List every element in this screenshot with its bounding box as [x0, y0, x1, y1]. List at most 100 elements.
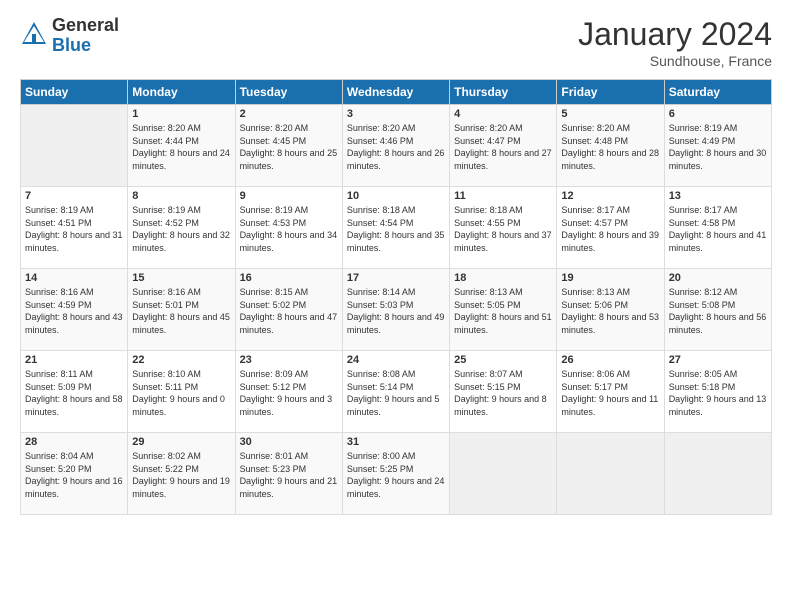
calendar-cell: 9 Sunrise: 8:19 AMSunset: 4:53 PMDaylight… [235, 187, 342, 269]
calendar-cell [450, 433, 557, 515]
logo-icon [20, 20, 48, 48]
cell-info: Sunrise: 8:19 AMSunset: 4:52 PMDaylight:… [132, 204, 230, 254]
calendar-week-3: 21 Sunrise: 8:11 AMSunset: 5:09 PMDayligh… [21, 351, 772, 433]
cell-info: Sunrise: 8:18 AMSunset: 4:54 PMDaylight:… [347, 204, 445, 254]
calendar-cell: 20 Sunrise: 8:12 AMSunset: 5:08 PMDayligh… [664, 269, 771, 351]
calendar-week-2: 14 Sunrise: 8:16 AMSunset: 4:59 PMDayligh… [21, 269, 772, 351]
day-number: 24 [347, 354, 445, 366]
cell-info: Sunrise: 8:20 AMSunset: 4:47 PMDaylight:… [454, 122, 552, 172]
day-number: 5 [561, 108, 659, 120]
calendar-cell: 30 Sunrise: 8:01 AMSunset: 5:23 PMDayligh… [235, 433, 342, 515]
calendar-cell: 2Sunrise: 8:20 AMSunset: 4:45 PMDaylight… [235, 105, 342, 187]
cell-info: Sunrise: 8:20 AMSunset: 4:46 PMDaylight:… [347, 122, 445, 172]
calendar-cell: 17 Sunrise: 8:14 AMSunset: 5:03 PMDayligh… [342, 269, 449, 351]
calendar-cell: 18Sunrise: 8:13 AMSunset: 5:05 PMDayligh… [450, 269, 557, 351]
day-number: 14 [25, 272, 123, 284]
calendar-cell: 19 Sunrise: 8:13 AMSunset: 5:06 PMDayligh… [557, 269, 664, 351]
cell-info: Sunrise: 8:14 AMSunset: 5:03 PMDaylight:… [347, 286, 445, 336]
day-number: 28 [25, 436, 123, 448]
day-number: 10 [347, 190, 445, 202]
cell-info: Sunrise: 8:01 AMSunset: 5:23 PMDaylight:… [240, 450, 338, 500]
cell-info: Sunrise: 8:04 AMSunset: 5:20 PMDaylight:… [25, 450, 123, 500]
day-number: 7 [25, 190, 123, 202]
calendar-cell [664, 433, 771, 515]
cell-info: Sunrise: 8:20 AMSunset: 4:48 PMDaylight:… [561, 122, 659, 172]
day-number: 8 [132, 190, 230, 202]
day-number: 2 [240, 108, 338, 120]
cell-info: Sunrise: 8:19 AMSunset: 4:53 PMDaylight:… [240, 204, 338, 254]
day-number: 12 [561, 190, 659, 202]
calendar-cell: 24 Sunrise: 8:08 AMSunset: 5:14 PMDayligh… [342, 351, 449, 433]
day-number: 11 [454, 190, 552, 202]
cell-info: Sunrise: 8:09 AMSunset: 5:12 PMDaylight:… [240, 368, 338, 418]
cell-info: Sunrise: 8:10 AMSunset: 5:11 PMDaylight:… [132, 368, 230, 418]
calendar-cell: 23 Sunrise: 8:09 AMSunset: 5:12 PMDayligh… [235, 351, 342, 433]
header-sunday: Sunday [21, 80, 128, 105]
header-wednesday: Wednesday [342, 80, 449, 105]
day-number: 23 [240, 354, 338, 366]
day-number: 19 [561, 272, 659, 284]
calendar-cell: 22 Sunrise: 8:10 AMSunset: 5:11 PMDayligh… [128, 351, 235, 433]
cell-info: Sunrise: 8:16 AMSunset: 4:59 PMDaylight:… [25, 286, 123, 336]
page-header: General Blue January 2024 Sundhouse, Fra… [20, 16, 772, 69]
cell-info: Sunrise: 8:15 AMSunset: 5:02 PMDaylight:… [240, 286, 338, 336]
day-number: 22 [132, 354, 230, 366]
calendar-cell: 15Sunrise: 8:16 AMSunset: 5:01 PMDayligh… [128, 269, 235, 351]
calendar-cell: 21 Sunrise: 8:11 AMSunset: 5:09 PMDayligh… [21, 351, 128, 433]
cell-info: Sunrise: 8:19 AMSunset: 4:49 PMDaylight:… [669, 122, 767, 172]
day-number: 9 [240, 190, 338, 202]
calendar-cell: 11Sunrise: 8:18 AMSunset: 4:55 PMDayligh… [450, 187, 557, 269]
page-container: General Blue January 2024 Sundhouse, Fra… [0, 0, 792, 612]
day-number: 13 [669, 190, 767, 202]
day-number: 20 [669, 272, 767, 284]
cell-info: Sunrise: 8:17 AMSunset: 4:58 PMDaylight:… [669, 204, 767, 254]
calendar-cell: 4Sunrise: 8:20 AMSunset: 4:47 PMDaylight… [450, 105, 557, 187]
cell-info: Sunrise: 8:02 AMSunset: 5:22 PMDaylight:… [132, 450, 230, 500]
calendar-cell: 26 Sunrise: 8:06 AMSunset: 5:17 PMDayligh… [557, 351, 664, 433]
calendar-cell: 8 Sunrise: 8:19 AMSunset: 4:52 PMDaylight… [128, 187, 235, 269]
cell-info: Sunrise: 8:13 AMSunset: 5:06 PMDaylight:… [561, 286, 659, 336]
calendar-cell: 10 Sunrise: 8:18 AMSunset: 4:54 PMDayligh… [342, 187, 449, 269]
day-number: 15 [132, 272, 230, 284]
calendar-cell: 13 Sunrise: 8:17 AMSunset: 4:58 PMDayligh… [664, 187, 771, 269]
location: Sundhouse, France [578, 53, 772, 69]
cell-info: Sunrise: 8:05 AMSunset: 5:18 PMDaylight:… [669, 368, 767, 418]
day-number: 25 [454, 354, 552, 366]
calendar-cell: 27 Sunrise: 8:05 AMSunset: 5:18 PMDayligh… [664, 351, 771, 433]
day-number: 21 [25, 354, 123, 366]
cell-info: Sunrise: 8:06 AMSunset: 5:17 PMDaylight:… [561, 368, 659, 418]
cell-info: Sunrise: 8:12 AMSunset: 5:08 PMDaylight:… [669, 286, 767, 336]
cell-info: Sunrise: 8:13 AMSunset: 5:05 PMDaylight:… [454, 286, 552, 336]
day-number: 6 [669, 108, 767, 120]
calendar-cell: 25 Sunrise: 8:07 AMSunset: 5:15 PMDayligh… [450, 351, 557, 433]
calendar-cell: 31Sunrise: 8:00 AMSunset: 5:25 PMDayligh… [342, 433, 449, 515]
day-number: 27 [669, 354, 767, 366]
calendar-cell [557, 433, 664, 515]
cell-info: Sunrise: 8:07 AMSunset: 5:15 PMDaylight:… [454, 368, 552, 418]
calendar-week-1: 7 Sunrise: 8:19 AMSunset: 4:51 PMDaylight… [21, 187, 772, 269]
calendar-body: 1Sunrise: 8:20 AMSunset: 4:44 PMDaylight… [21, 105, 772, 515]
header-thursday: Thursday [450, 80, 557, 105]
header-saturday: Saturday [664, 80, 771, 105]
calendar-cell: 3Sunrise: 8:20 AMSunset: 4:46 PMDaylight… [342, 105, 449, 187]
cell-info: Sunrise: 8:19 AMSunset: 4:51 PMDaylight:… [25, 204, 123, 254]
calendar-cell: 5 Sunrise: 8:20 AMSunset: 4:48 PMDaylight… [557, 105, 664, 187]
calendar-cell: 7 Sunrise: 8:19 AMSunset: 4:51 PMDaylight… [21, 187, 128, 269]
calendar-cell: 16Sunrise: 8:15 AMSunset: 5:02 PMDayligh… [235, 269, 342, 351]
day-number: 26 [561, 354, 659, 366]
header-monday: Monday [128, 80, 235, 105]
header-friday: Friday [557, 80, 664, 105]
day-number: 17 [347, 272, 445, 284]
calendar-week-4: 28 Sunrise: 8:04 AMSunset: 5:20 PMDayligh… [21, 433, 772, 515]
calendar-cell: 1Sunrise: 8:20 AMSunset: 4:44 PMDaylight… [128, 105, 235, 187]
day-number: 29 [132, 436, 230, 448]
calendar-header: Sunday Monday Tuesday Wednesday Thursday… [21, 80, 772, 105]
cell-info: Sunrise: 8:08 AMSunset: 5:14 PMDaylight:… [347, 368, 445, 418]
cell-info: Sunrise: 8:11 AMSunset: 5:09 PMDaylight:… [25, 368, 123, 418]
cell-info: Sunrise: 8:17 AMSunset: 4:57 PMDaylight:… [561, 204, 659, 254]
cell-info: Sunrise: 8:00 AMSunset: 5:25 PMDaylight:… [347, 450, 445, 500]
logo-blue-text: Blue [52, 36, 119, 56]
day-number: 30 [240, 436, 338, 448]
cell-info: Sunrise: 8:20 AMSunset: 4:44 PMDaylight:… [132, 122, 230, 172]
header-tuesday: Tuesday [235, 80, 342, 105]
